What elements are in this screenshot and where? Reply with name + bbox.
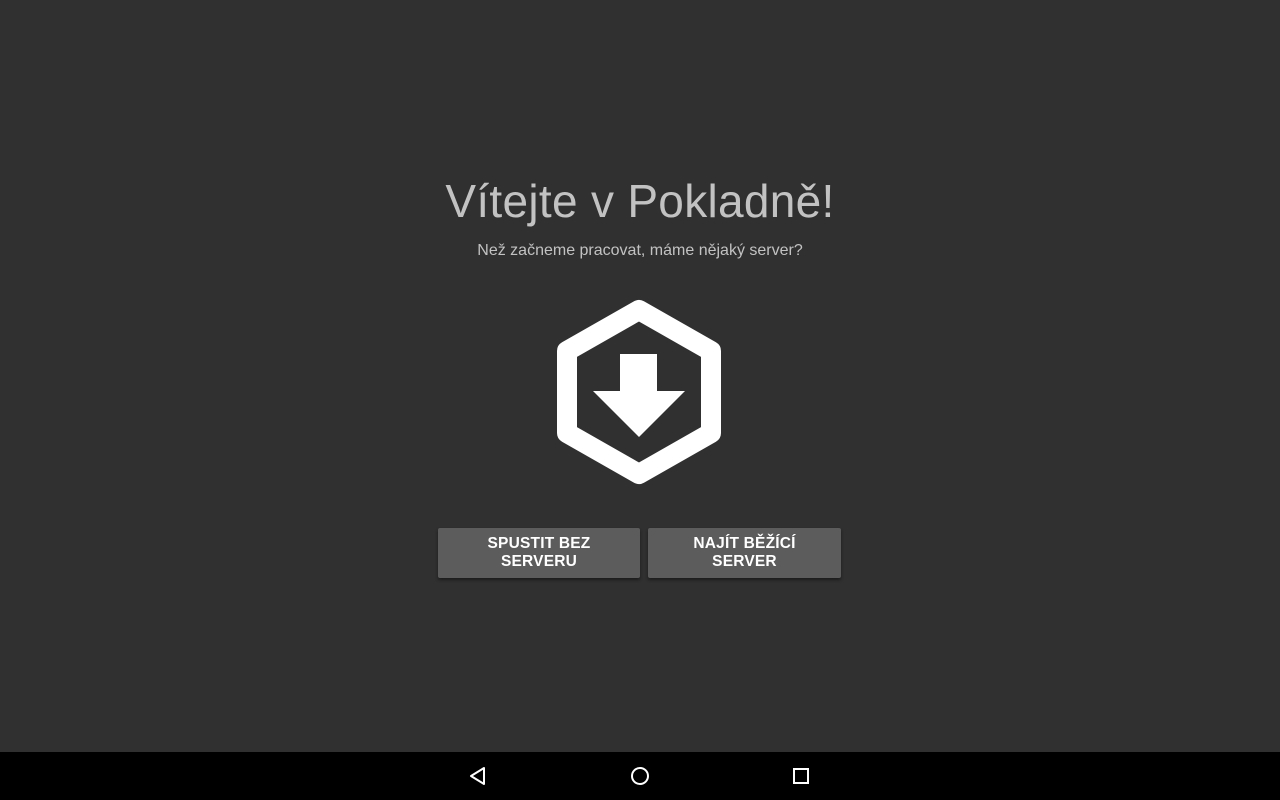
- page-title: Vítejte v Pokladně!: [445, 175, 835, 227]
- home-circle-icon: [631, 767, 649, 785]
- recents-square-icon: [793, 768, 809, 784]
- back-triangle-icon: [470, 767, 485, 785]
- start-without-server-button[interactable]: SPUSTIT BEZ SERVERU: [438, 528, 640, 578]
- system-navigation-bar: [0, 752, 1280, 800]
- screen: Vítejte v Pokladně! Než začneme pracovat…: [0, 0, 1280, 800]
- action-buttons: SPUSTIT BEZ SERVERU NAJÍT BĚŽÍCÍ SERVER: [438, 528, 841, 578]
- nav-home-button[interactable]: [608, 752, 672, 800]
- nav-recents-button[interactable]: [769, 752, 833, 800]
- hexagon-download-icon: [557, 300, 721, 484]
- welcome-screen: Vítejte v Pokladně! Než začneme pracovat…: [0, 0, 1280, 752]
- nav-back-button[interactable]: [446, 752, 510, 800]
- page-subtitle: Než začneme pracovat, máme nějaký server…: [477, 242, 803, 259]
- find-running-server-button[interactable]: NAJÍT BĚŽÍCÍ SERVER: [648, 528, 841, 578]
